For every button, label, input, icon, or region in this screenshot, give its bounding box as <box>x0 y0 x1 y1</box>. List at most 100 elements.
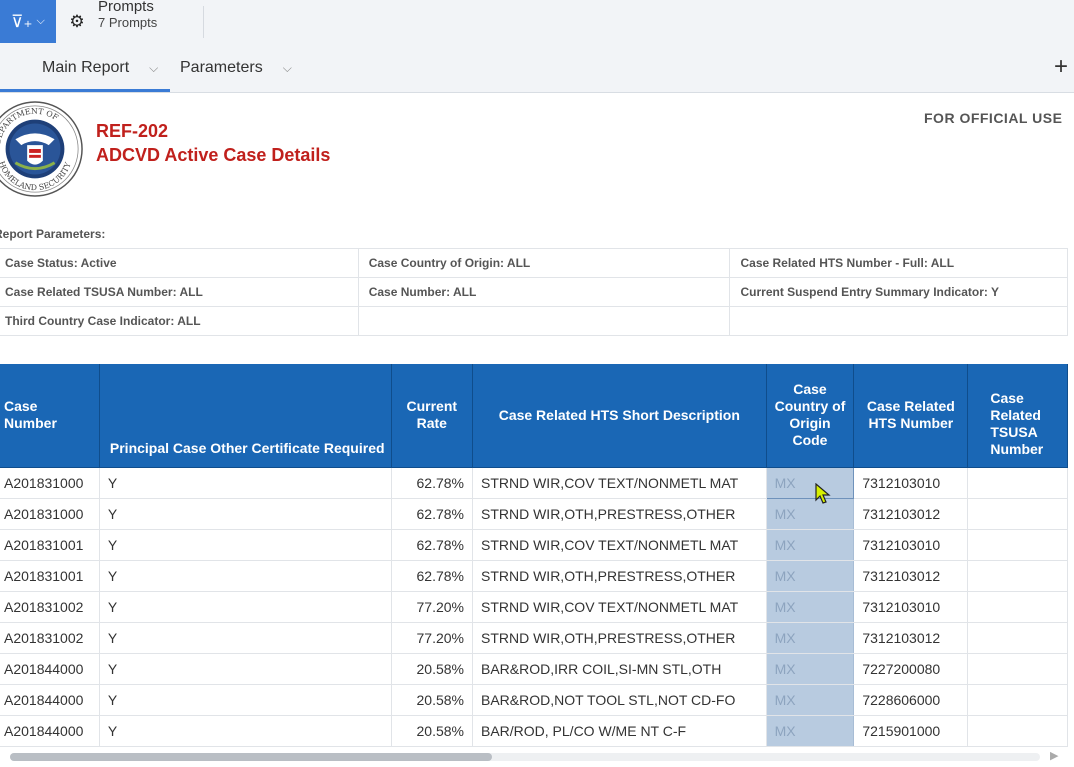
tsusa-number-cell[interactable] <box>967 684 1068 716</box>
hts-description-cell[interactable]: STRND WIR,COV TEXT/NONMETL MAT <box>472 591 767 623</box>
tab-parameters[interactable]: Parameters ⌵ <box>180 43 292 93</box>
gear-icon: ⚙ <box>69 11 85 31</box>
report-code: REF-202 <box>96 121 169 141</box>
case-details-grid[interactable]: Case Number Principal Case Other Certifi… <box>0 364 1074 747</box>
current-rate-cell[interactable]: 62.78% <box>391 467 473 499</box>
hts-number-cell[interactable]: 7312103012 <box>853 498 969 530</box>
case-number-cell[interactable]: A201831001 <box>0 529 100 561</box>
certificate-required-cell[interactable]: Y <box>99 684 392 716</box>
tsusa-number-cell[interactable] <box>967 467 1068 499</box>
column-header-current-rate[interactable]: Current Rate <box>391 364 473 468</box>
hts-description-cell[interactable]: STRND WIR,OTH,PRESTRESS,OTHER <box>472 560 767 592</box>
hts-number-cell[interactable]: 7312103010 <box>853 467 969 499</box>
current-rate-cell[interactable]: 62.78% <box>391 529 473 561</box>
table-row[interactable]: A201831001 Y 62.78% STRND WIR,COV TEXT/NONM… <box>0 529 1068 561</box>
table-row[interactable]: A201831001 Y 62.78% STRND WIR,OTH,PRESTRESS… <box>0 560 1068 592</box>
tsusa-number-cell[interactable] <box>967 529 1068 561</box>
table-row[interactable]: A201844000 Y 20.58% BAR&ROD,NOT TOOL STL,NO… <box>0 684 1068 716</box>
case-number-cell[interactable]: A201844000 <box>0 653 100 685</box>
tab-main-report[interactable]: Main Report ⌵ <box>42 43 158 93</box>
prompts-button[interactable]: ⚙ Prompts 7 Prompts <box>68 0 157 43</box>
case-number-cell[interactable]: A201844000 <box>0 715 100 747</box>
chevron-down-icon[interactable]: ⌵ <box>283 61 292 76</box>
certificate-required-cell[interactable]: Y <box>99 715 392 747</box>
certificate-required-cell[interactable]: Y <box>99 467 392 499</box>
hts-description-cell[interactable]: STRND WIR,COV TEXT/NONMETL MAT <box>472 467 767 499</box>
current-rate-cell[interactable]: 77.20% <box>391 622 473 654</box>
certificate-required-cell[interactable]: Y <box>99 498 392 530</box>
country-code-cell[interactable]: MX <box>766 622 855 654</box>
hts-number-cell[interactable]: 7312103010 <box>853 591 969 623</box>
current-rate-cell[interactable]: 77.20% <box>391 591 473 623</box>
hts-description-cell[interactable]: BAR/ROD, PL/CO W/ME NT C-F <box>472 715 767 747</box>
hts-number-cell[interactable]: 7312103012 <box>853 622 969 654</box>
case-number-cell[interactable]: A201831002 <box>0 591 100 623</box>
hts-number-cell[interactable]: 7215901000 <box>853 715 969 747</box>
tsusa-number-cell[interactable] <box>967 653 1068 685</box>
country-code-cell[interactable]: MX <box>766 498 855 530</box>
country-code-cell[interactable]: MX <box>766 529 855 561</box>
horizontal-scrollbar[interactable]: ▶ <box>0 747 1074 767</box>
hts-number-cell[interactable]: 7228606000 <box>853 684 969 716</box>
active-tab-indicator <box>0 89 170 92</box>
column-header-hts-number[interactable]: Case Related HTS Number <box>853 364 969 468</box>
top-toolbar: ⊽₊ ⌵ ⚙ Prompts 7 Prompts <box>0 0 1074 43</box>
tsusa-number-cell[interactable] <box>967 591 1068 623</box>
case-number-cell[interactable]: A201831001 <box>0 560 100 592</box>
hts-description-cell[interactable]: BAR&ROD,IRR COIL,SI-MN STL,OTH <box>472 653 767 685</box>
case-number-cell[interactable]: A201831000 <box>0 467 100 499</box>
filter-add-icon: ⊽₊ <box>11 12 33 31</box>
certificate-required-cell[interactable]: Y <box>99 529 392 561</box>
scrollbar-thumb[interactable] <box>10 753 492 761</box>
table-row[interactable]: A201844000 Y 20.58% BAR/ROD, PL/CO W/ME NT … <box>0 715 1068 747</box>
tab-parameters-label: Parameters <box>180 59 263 76</box>
table-row[interactable]: A201831000 Y 62.78% STRND WIR,COV TEXT/NONM… <box>0 466 1068 499</box>
parameter-cell: Case Number: ALL <box>357 277 731 307</box>
hts-number-cell[interactable]: 7312103010 <box>853 529 969 561</box>
add-filter-button[interactable]: ⊽₊ ⌵ <box>0 0 56 43</box>
report-parameters-label: Report Parameters: <box>0 227 106 241</box>
hts-number-cell[interactable]: 7312103012 <box>853 560 969 592</box>
tsusa-number-cell[interactable] <box>967 715 1068 747</box>
country-code-cell[interactable]: MX <box>766 715 855 747</box>
country-code-cell[interactable]: MX <box>765 466 855 499</box>
country-code-cell[interactable]: MX <box>766 653 855 685</box>
column-header-principal-case-other-certificate[interactable]: Principal Case Other Certificate Require… <box>99 364 392 468</box>
column-header-case-number[interactable]: Case Number <box>0 364 100 468</box>
hts-description-cell[interactable]: STRND WIR,COV TEXT/NONMETL MAT <box>472 529 767 561</box>
table-row[interactable]: A201831002 Y 77.20% STRND WIR,COV TEXT/NONM… <box>0 591 1068 623</box>
scroll-right-arrow-icon[interactable]: ▶ <box>1050 749 1058 762</box>
certificate-required-cell[interactable]: Y <box>99 560 392 592</box>
hts-description-cell[interactable]: STRND WIR,OTH,PRESTRESS,OTHER <box>472 498 767 530</box>
current-rate-cell[interactable]: 20.58% <box>391 715 473 747</box>
table-row[interactable]: A201831002 Y 77.20% STRND WIR,OTH,PRESTRESS… <box>0 622 1068 654</box>
column-header-country-of-origin-code[interactable]: Case Country of Origin Code <box>766 364 855 468</box>
country-code-cell[interactable]: MX <box>766 591 855 623</box>
add-tab-button[interactable]: + <box>1054 55 1068 79</box>
country-code-cell[interactable]: MX <box>766 684 855 716</box>
current-rate-cell[interactable]: 62.78% <box>391 498 473 530</box>
tsusa-number-cell[interactable] <box>967 622 1068 654</box>
table-row[interactable]: A201844000 Y 20.58% BAR&ROD,IRR COIL,SI-MN … <box>0 653 1068 685</box>
case-number-cell[interactable]: A201844000 <box>0 684 100 716</box>
table-row[interactable]: A201831000 Y 62.78% STRND WIR,OTH,PRESTRESS… <box>0 498 1068 530</box>
current-rate-cell[interactable]: 20.58% <box>391 653 473 685</box>
tsusa-number-cell[interactable] <box>967 498 1068 530</box>
certificate-required-cell[interactable]: Y <box>99 653 392 685</box>
current-rate-cell[interactable]: 62.78% <box>391 560 473 592</box>
hts-description-cell[interactable]: BAR&ROD,NOT TOOL STL,NOT CD-FO <box>472 684 767 716</box>
case-number-cell[interactable]: A201831000 <box>0 498 100 530</box>
case-number-cell[interactable]: A201831002 <box>0 622 100 654</box>
certificate-required-cell[interactable]: Y <box>99 591 392 623</box>
prompts-text: Prompts 7 Prompts <box>98 0 157 31</box>
column-header-tsusa-number[interactable]: Case Related TSUSA Number <box>967 364 1068 468</box>
tsusa-number-cell[interactable] <box>967 560 1068 592</box>
hts-number-cell[interactable]: 7227200080 <box>853 653 969 685</box>
column-header-hts-short-description[interactable]: Case Related HTS Short Description <box>472 364 767 468</box>
current-rate-cell[interactable]: 20.58% <box>391 684 473 716</box>
chevron-down-icon[interactable]: ⌵ <box>149 61 158 76</box>
country-code-cell[interactable]: MX <box>766 560 855 592</box>
certificate-required-cell[interactable]: Y <box>99 622 392 654</box>
report-tabs: Main Report ⌵ Parameters ⌵ <box>0 43 1074 93</box>
hts-description-cell[interactable]: STRND WIR,OTH,PRESTRESS,OTHER <box>472 622 767 654</box>
